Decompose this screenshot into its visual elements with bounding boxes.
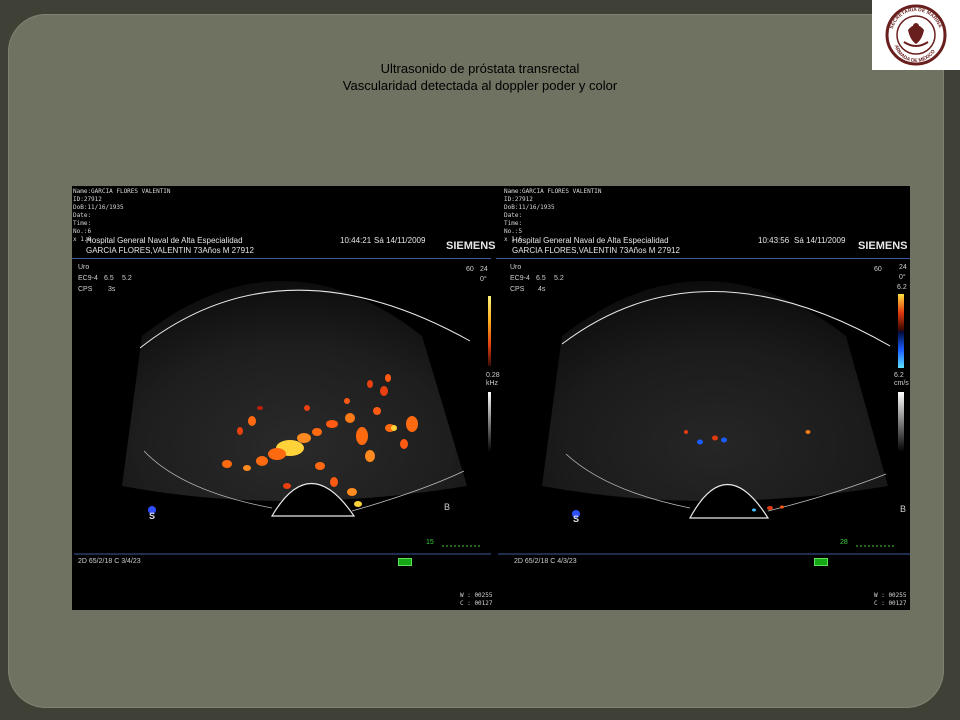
gain-label: 28	[840, 539, 848, 546]
svg-text:S: S	[573, 514, 579, 524]
status-indicator	[814, 558, 828, 566]
secretaria-de-marina-seal-icon: SECRETARÍA DE MARINA ARMADA DE MÉXICO	[885, 4, 947, 66]
scale-bottom-unit: cm/s	[894, 380, 909, 387]
bottom-settings: 2D 65/2/18 C 3/4/23	[78, 558, 141, 565]
power-color-scale	[488, 296, 491, 366]
window-center: W : 00255 C : 00127	[460, 592, 493, 607]
marker-b: B	[444, 502, 451, 512]
slide-caption: Ultrasonido de próstata transrectal Vasc…	[0, 60, 960, 94]
status-indicator	[398, 558, 412, 566]
marker-b: B	[900, 504, 907, 514]
scan-sector	[542, 281, 888, 501]
navy-logo: SECRETARÍA DE MARINA ARMADA DE MÉXICO	[872, 0, 960, 70]
gain-label: 15	[426, 539, 434, 546]
scale-bottom-value: 6.2	[894, 372, 904, 379]
gray-scale-bar	[488, 392, 491, 452]
color-velocity-scale	[898, 294, 904, 368]
color-doppler-scan: S	[498, 281, 910, 555]
ultrasound-panel: Name:GARCIA FLORES VALENTIN ID:27912 DoB…	[72, 186, 910, 610]
ultrasound-image-color-doppler: Name:GARCIA FLORES VALENTIN ID:27912 DoB…	[496, 186, 910, 610]
bottom-settings: 2D 65/2/18 C 4/3/23	[514, 558, 577, 565]
scan-sector	[122, 281, 467, 501]
caption-line-1: Ultrasonido de próstata transrectal	[380, 61, 580, 76]
svg-text:S: S	[149, 511, 155, 521]
caption-line-2: Vascularidad detectada al doppler poder …	[342, 78, 618, 93]
gray-scale-bar	[898, 392, 904, 452]
ultrasound-image-power-doppler: Name:GARCIA FLORES VALENTIN ID:27912 DoB…	[72, 186, 500, 610]
power-doppler-scan: S	[74, 281, 491, 555]
window-center: W : 00255 C : 00127	[874, 592, 907, 607]
